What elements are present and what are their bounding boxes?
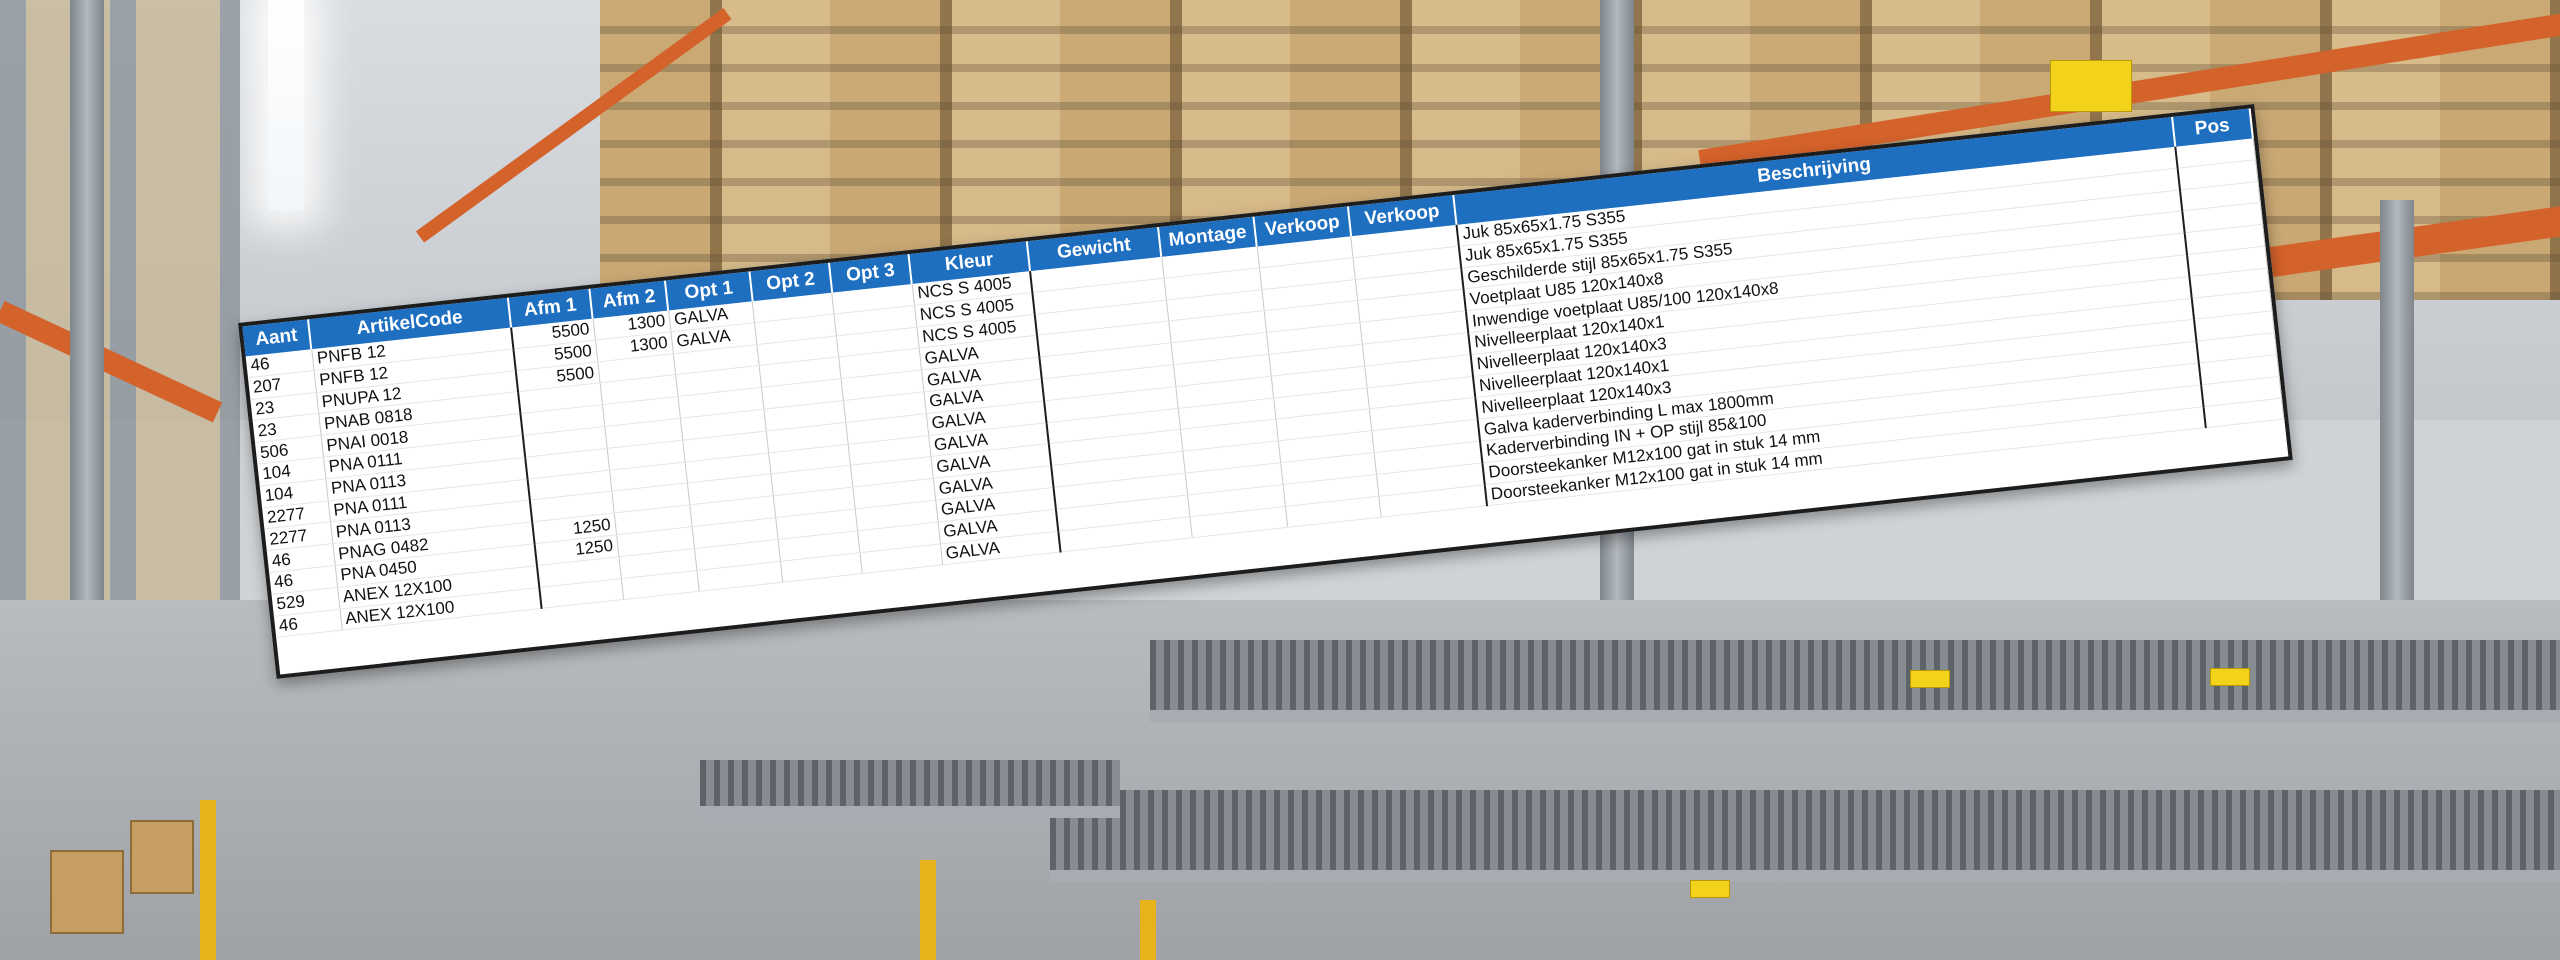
ceiling-light xyxy=(268,0,304,210)
rack-label xyxy=(2050,60,2132,112)
flow-shelf xyxy=(1050,790,2560,870)
cardboard-box xyxy=(130,820,194,894)
flow-shelf xyxy=(700,760,1120,806)
shelf-edge xyxy=(700,806,1120,818)
flow-shelf xyxy=(1150,640,2560,710)
shelf-edge xyxy=(1050,870,2560,882)
cardboard-box xyxy=(50,850,124,934)
rack-label xyxy=(1910,670,1950,688)
yellow-post xyxy=(1140,900,1156,960)
yellow-post xyxy=(920,860,936,960)
yellow-post xyxy=(200,800,216,960)
rack-label xyxy=(2210,668,2250,686)
rack-label xyxy=(1690,880,1730,898)
shelf-edge xyxy=(1150,710,2560,722)
